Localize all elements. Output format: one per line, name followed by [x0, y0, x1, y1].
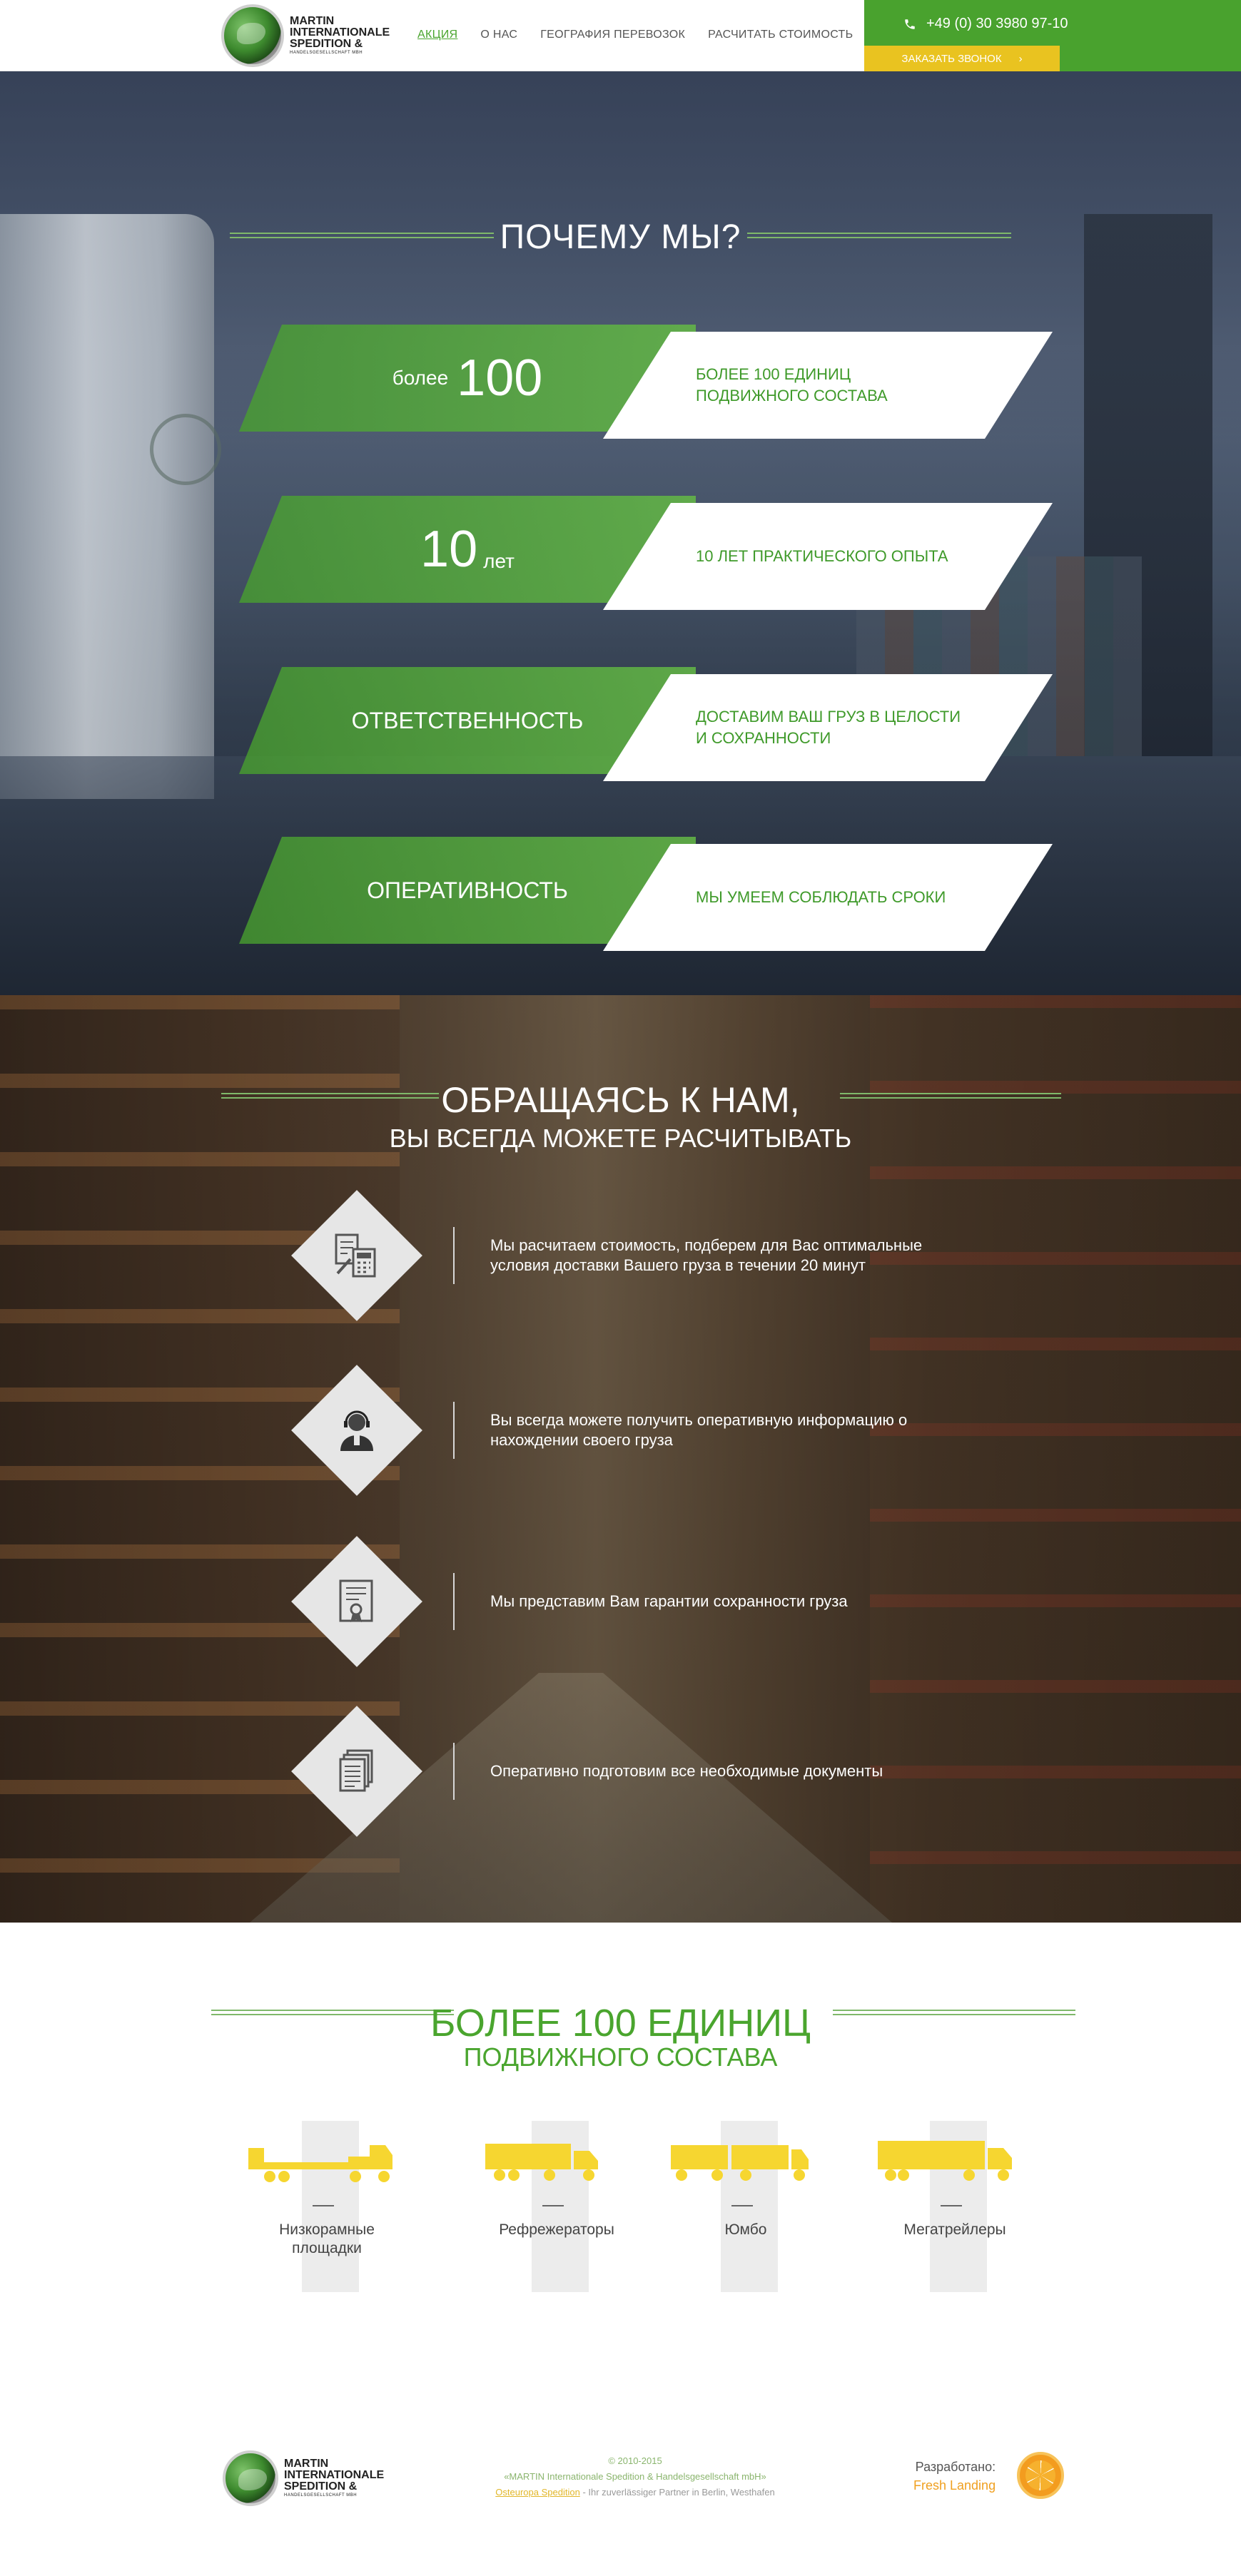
why-row-experience: 10 лет 10 ЛЕТ ПРАКТИЧЕСКОГО ОПЫТА [239, 489, 1053, 610]
truck-card-megatrailer[interactable]: Мегатрейлеры [869, 2121, 1040, 2292]
feature-text: Оперативно подготовим все необходимые до… [490, 1762, 883, 1780]
orange-slice-icon [1017, 2452, 1064, 2499]
nav-link-promo[interactable]: АКЦИЯ [417, 29, 457, 41]
request-callback-button[interactable]: ЗАКАЗАТЬ ЗВОНОК › [864, 46, 1060, 71]
footer-link-osteuropa[interactable]: Osteuropa Spedition [495, 2487, 580, 2498]
site-header: MARTIN INTERNATIONALE SPEDITION & HANDEL… [0, 0, 1241, 71]
fleet-subtitle: ПОДВИЖНОГО СОСТАВА [463, 2042, 778, 2072]
nav-link-about[interactable]: О НАС [480, 29, 517, 41]
fleet-title: БОЛЕЕ 100 ЕДИНИЦ [430, 2002, 811, 2045]
count-on-us-section: ОБРАЩАЯСЬ К НАМ, ВЫ ВСЕГДА МОЖЕТЕ РАСЧИТ… [0, 995, 1241, 1923]
feature-diamond [289, 1704, 425, 1839]
why-description: МЫ УМЕЕМ СОБЛЮДАТЬ СРОКИ [603, 844, 1053, 951]
site-footer: MARTIN INTERNATIONALE SPEDITION & HANDEL… [0, 2422, 1241, 2576]
feature-item: Мы представим Вам гарантии сохранности г… [289, 1534, 931, 1669]
globe-logo-icon [221, 4, 284, 67]
nav-link-geography[interactable]: ГЕОГРАФИЯ ПЕРЕВОЗОК [540, 29, 685, 41]
why-row-efficiency: ОПЕРАТИВНОСТЬ МЫ УМЕЕМ СОБЛЮДАТЬ СРОКИ [239, 830, 1053, 951]
why-title: ПОЧЕМУ МЫ? [500, 218, 741, 256]
feature-diamond [289, 1363, 425, 1498]
company-logo[interactable]: MARTIN INTERNATIONALE SPEDITION & HANDEL… [221, 4, 400, 67]
operator-headset-icon [340, 1410, 373, 1451]
logo-text: MARTIN INTERNATIONALE SPEDITION & HANDEL… [284, 2458, 385, 2498]
truck-label: Низкорамные площадки [279, 2221, 375, 2256]
nav-link-calculate[interactable]: РАСЧИТАТЬ СТОИМОСТЬ [708, 29, 853, 41]
phone-number[interactable]: +49 (0) 30 3980 97-10 [903, 16, 1068, 32]
logo-text: MARTIN INTERNATIONALE SPEDITION & HANDEL… [290, 15, 390, 56]
feature-diamond [289, 1534, 425, 1669]
refrigerator-truck-icon [485, 2144, 598, 2181]
documents-icon [339, 1749, 373, 1792]
chevron-right-icon: › [1018, 52, 1023, 65]
why-description: ДОСТАВИМ ВАШ ГРУЗ В ЦЕЛОСТИ И СОХРАННОСТ… [603, 674, 1053, 781]
feature-text: Мы расчитаем стоимость, подберем для Вас… [490, 1236, 923, 1274]
footer-copyright: © 2010-2015 «MARTIN Internationale Spedi… [495, 2455, 775, 2498]
certificate-icon [339, 1579, 373, 1622]
count-title: ОБРАЩАЯСЬ К НАМ, [441, 1080, 800, 1120]
feature-diamond [289, 1188, 425, 1323]
feature-item: Вы всегда можете получить оперативную ин… [289, 1363, 931, 1498]
calculator-document-icon [335, 1233, 376, 1278]
jumbo-truck-icon [671, 2145, 809, 2181]
feature-item: Мы расчитаем стоимость, подберем для Вас… [289, 1188, 931, 1323]
feature-item: Оперативно подготовим все необходимые до… [289, 1704, 931, 1839]
truck-label: Мегатрейлеры [903, 2221, 1006, 2238]
truck-label: Рефрежераторы [499, 2221, 614, 2238]
feature-text: Вы всегда можете получить оперативную ин… [490, 1411, 908, 1449]
developer-credit[interactable]: Разработано: Fresh Landing [913, 2458, 996, 2495]
truck-card-refrigerator[interactable]: Рефрежераторы [471, 2121, 642, 2292]
truck-label: Юмбо [724, 2221, 767, 2238]
footer-logo[interactable]: MARTIN INTERNATIONALE SPEDITION & HANDEL… [223, 2450, 384, 2506]
truck-card-lowbed[interactable]: Низкорамные площадки [241, 2121, 412, 2292]
globe-logo-icon [223, 2450, 278, 2506]
tank-logo-decoration [150, 414, 221, 485]
megatrailer-truck-icon [878, 2141, 1012, 2181]
why-description: БОЛЕЕ 100 ЕДИНИЦ ПОДВИЖНОГО СОСТАВА [603, 332, 1053, 439]
count-subtitle: ВЫ ВСЕГДА МОЖЕТЕ РАСЧИТЫВАТЬ [389, 1124, 852, 1153]
phone-icon [905, 19, 915, 29]
truck-card-jumbo[interactable]: Юмбо [660, 2121, 831, 2292]
feature-text: Мы представим Вам гарантии сохранности г… [490, 1592, 848, 1610]
why-row-fleet: более 100 БОЛЕЕ 100 ЕДИНИЦ ПОДВИЖНОГО СО… [239, 317, 1053, 439]
why-us-section: ПОЧЕМУ МЫ? более 100 БОЛЕЕ 100 ЕДИНИЦ ПО… [0, 71, 1241, 995]
main-nav: АКЦИЯ О НАС ГЕОГРАФИЯ ПЕРЕВОЗОК РАСЧИТАТ… [417, 29, 853, 41]
why-row-responsibility: ОТВЕТСТВЕННОСТЬ ДОСТАВИМ ВАШ ГРУЗ В ЦЕЛО… [239, 660, 1053, 781]
fleet-section: БОЛЕЕ 100 ЕДИНИЦ ПОДВИЖНОГО СОСТАВА Низк… [0, 1923, 1241, 2422]
why-description: 10 ЛЕТ ПРАКТИЧЕСКОГО ОПЫТА [603, 503, 1053, 610]
lowbed-truck-icon [248, 2145, 392, 2182]
header-contact-panel: +49 (0) 30 3980 97-10 ЗАКАЗАТЬ ЗВОНОК › [864, 0, 1241, 71]
background-tank [0, 214, 214, 799]
